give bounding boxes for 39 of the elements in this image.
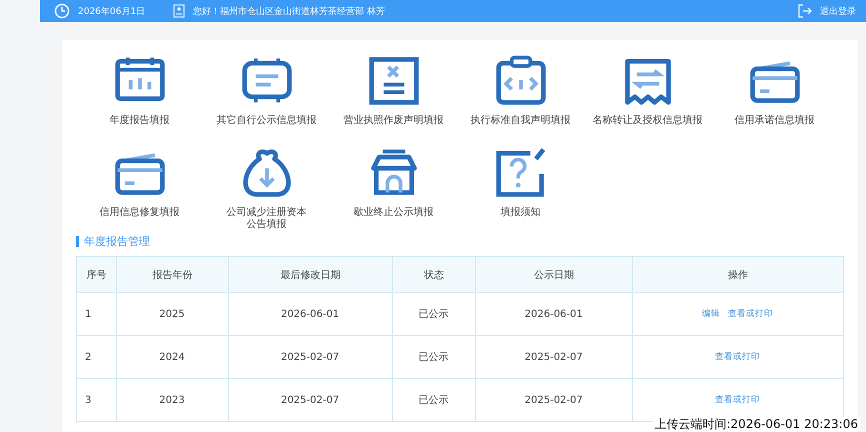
- shortcut-label[interactable]: 名称转让及授权信息填报: [592, 115, 702, 127]
- table-cell: 已公示: [392, 292, 476, 336]
- id-card-icon: [173, 4, 186, 18]
- table-cell: 2025-02-07: [228, 336, 393, 378]
- table-cell: 2026-06-01: [228, 292, 393, 336]
- table-cell: 已公示: [392, 378, 476, 422]
- table-cell: 3: [76, 378, 116, 422]
- table-cell: 2: [76, 336, 116, 378]
- shortcut-label[interactable]: 营业执照作废声明填报: [344, 115, 444, 127]
- date-text: 2026年06月1日: [78, 6, 146, 18]
- table-cell: 2026-06-01: [476, 292, 632, 336]
- shortcut-label[interactable]: 其它自行公示信息填报: [216, 115, 316, 127]
- column-header: 状态: [392, 256, 476, 292]
- column-header: 报告年份: [116, 256, 228, 292]
- clock-icon: [54, 3, 70, 19]
- shortcut-label[interactable]: 填报须知: [500, 207, 540, 219]
- section-title: 年度报告管理: [84, 234, 150, 249]
- shortcut-label[interactable]: 执行标准自我声明填报: [470, 115, 570, 127]
- action-link[interactable]: 编辑: [702, 309, 720, 319]
- table-cell: 1: [76, 292, 116, 336]
- shortcut-label[interactable]: 信用承诺信息填报: [734, 115, 814, 127]
- column-header: 序号: [76, 256, 116, 292]
- column-header: 最后修改日期: [228, 256, 393, 292]
- greeting-text: 您好！福州市仓山区金山街道林芳茶经营部 林芳: [193, 6, 385, 18]
- table-cell: 2025-02-07: [476, 378, 632, 422]
- table-cell: 2025: [116, 292, 228, 336]
- column-header: 公示日期: [476, 256, 632, 292]
- logout-icon[interactable]: [798, 4, 812, 18]
- shortcut-label[interactable]: 年度报告填报: [110, 115, 170, 127]
- table-cell: 已公示: [392, 336, 476, 378]
- table-cell: 2025-02-07: [228, 378, 393, 422]
- shortcut-label[interactable]: 公司减少注册资本公告填报: [224, 207, 309, 231]
- shortcut-label[interactable]: 歇业终止公示填报: [354, 207, 434, 219]
- table-cell: 2023: [116, 378, 228, 422]
- shortcut-label[interactable]: 信用信息修复填报: [100, 207, 180, 219]
- table-cell: 2024: [116, 336, 228, 378]
- column-header: 操作: [632, 256, 844, 292]
- upload-time-stamp: 上传云端时间:2026-06-01 20:23:06: [652, 417, 860, 431]
- table-cell: 2025-02-07: [476, 336, 632, 378]
